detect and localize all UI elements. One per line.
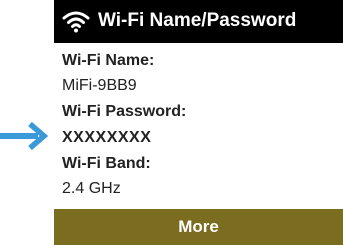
wifi-password-value: XXXXXXXX (62, 129, 152, 146)
wifi-password-label: Wi-Fi Password: (62, 103, 187, 120)
device-screen: Wi-Fi Name/Password Wi-Fi Name: MiFi-9BB… (54, 0, 343, 245)
title-bar: Wi-Fi Name/Password (54, 0, 343, 43)
pointer-arrow-icon (0, 121, 49, 151)
more-button-label: More (178, 217, 219, 236)
wifi-name-value: MiFi-9BB9 (62, 77, 137, 94)
more-button[interactable]: More (54, 209, 343, 245)
wifi-name-label: Wi-Fi Name: (62, 52, 155, 69)
wifi-band-label: Wi-Fi Band: (62, 155, 151, 172)
page-title: Wi-Fi Name/Password (98, 10, 297, 31)
wifi-band-value: 2.4 GHz (62, 180, 121, 197)
wifi-icon (62, 11, 90, 33)
